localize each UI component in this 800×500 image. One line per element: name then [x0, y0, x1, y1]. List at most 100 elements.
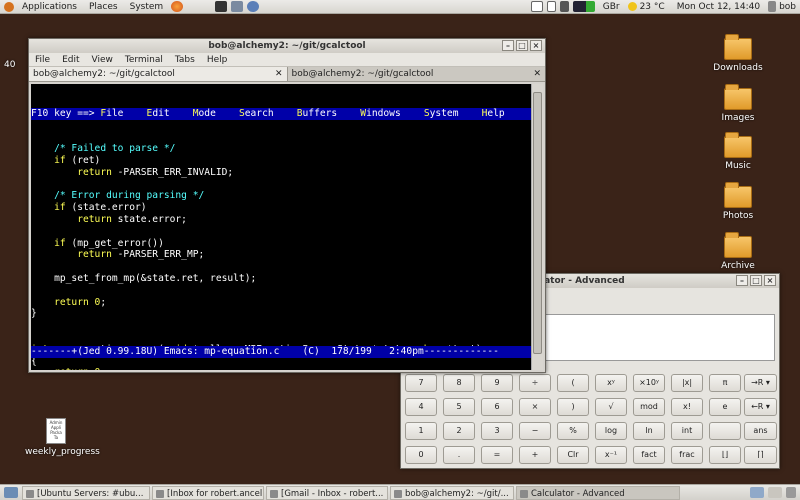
- calc-button[interactable]: log: [595, 422, 627, 440]
- calc-button[interactable]: ←R ▾: [744, 398, 777, 416]
- calc-button[interactable]: π: [709, 374, 741, 392]
- close-button[interactable]: ×: [530, 40, 542, 51]
- user-menu[interactable]: bob: [778, 0, 800, 14]
- menu-file[interactable]: File: [29, 53, 56, 67]
- terminal-tab-1[interactable]: bob@alchemy2: ~/git/gcalctool ✕: [29, 67, 288, 81]
- calc-button[interactable]: x!: [671, 398, 703, 416]
- workspace-switcher[interactable]: [750, 487, 764, 498]
- workspace-switcher[interactable]: [768, 487, 782, 498]
- close-tab-icon[interactable]: ✕: [533, 69, 541, 79]
- jed-menu-edit[interactable]: Edit: [147, 108, 193, 119]
- trash-icon[interactable]: [786, 487, 796, 498]
- calc-button[interactable]: e: [709, 398, 741, 416]
- mail-icon[interactable]: [530, 1, 543, 12]
- calc-button[interactable]: |x|: [671, 374, 703, 392]
- close-button[interactable]: ×: [764, 275, 776, 286]
- system-monitor-icon[interactable]: [572, 1, 595, 12]
- calc-button[interactable]: (: [557, 374, 589, 392]
- jed-menu-mode[interactable]: Mode: [193, 108, 239, 119]
- desktop-icon-weekly-progress[interactable]: Admin Appli Packa Ta weekly_progress: [25, 418, 100, 457]
- terminal-launcher-icon[interactable]: [215, 1, 228, 12]
- calc-button[interactable]: x⁻¹: [595, 446, 627, 464]
- menu-view[interactable]: View: [86, 53, 119, 67]
- menu-help[interactable]: Help: [201, 53, 234, 67]
- places-menu[interactable]: Places: [83, 0, 124, 14]
- jed-menu-help[interactable]: Help: [482, 108, 505, 119]
- maximize-button[interactable]: □: [750, 275, 762, 286]
- menu-terminal[interactable]: Terminal: [119, 53, 169, 67]
- jed-menu-windows[interactable]: Windows: [360, 108, 424, 119]
- calc-button[interactable]: 9: [481, 374, 513, 392]
- terminal-window[interactable]: bob@alchemy2: ~/git/gcalctool – □ × File…: [28, 38, 546, 373]
- minimize-button[interactable]: –: [502, 40, 514, 51]
- volume-icon[interactable]: [559, 1, 569, 12]
- calculator-display[interactable]: [545, 314, 775, 361]
- calc-button[interactable]: 8: [443, 374, 475, 392]
- network-icon[interactable]: [546, 1, 556, 12]
- applications-menu[interactable]: Applications: [16, 0, 83, 14]
- system-menu[interactable]: System: [124, 0, 170, 14]
- calc-button[interactable]: 6: [481, 398, 513, 416]
- jed-menu-system[interactable]: System: [424, 108, 482, 119]
- jed-menu-file[interactable]: File: [100, 108, 146, 119]
- calc-button[interactable]: .: [443, 446, 475, 464]
- close-tab-icon[interactable]: ✕: [275, 69, 283, 79]
- calc-button[interactable]: Clr: [557, 446, 589, 464]
- calc-button[interactable]: =: [481, 446, 513, 464]
- maximize-button[interactable]: □: [516, 40, 528, 51]
- calc-button[interactable]: ÷: [519, 374, 551, 392]
- jed-menu-search[interactable]: Search: [239, 108, 297, 119]
- calc-button[interactable]: →R ▾: [744, 374, 777, 392]
- terminal-titlebar[interactable]: bob@alchemy2: ~/git/gcalctool – □ ×: [29, 39, 545, 53]
- calc-button[interactable]: int: [671, 422, 703, 440]
- calc-button[interactable]: ): [557, 398, 589, 416]
- calc-button[interactable]: ⌊⌋: [709, 446, 741, 464]
- show-desktop-icon[interactable]: [4, 487, 18, 498]
- screenshot-icon[interactable]: [231, 1, 244, 12]
- calc-button[interactable]: √: [595, 398, 627, 416]
- calc-button[interactable]: 5: [443, 398, 475, 416]
- desktop-icon-downloads[interactable]: Downloads: [708, 34, 768, 73]
- taskbar-item[interactable]: [Gmail - Inbox - robert...: [266, 485, 388, 500]
- temperature[interactable]: 23 °C: [639, 0, 671, 14]
- desktop-icon-archive[interactable]: Archive: [708, 232, 768, 271]
- calc-button[interactable]: ×10ʸ: [633, 374, 665, 392]
- calc-button[interactable]: %: [557, 422, 589, 440]
- terminal-tab-2[interactable]: bob@alchemy2: ~/git/gcalctool ✕: [288, 67, 546, 81]
- taskbar-item[interactable]: Calculator - Advanced: [516, 485, 680, 500]
- firefox-icon[interactable]: [171, 1, 184, 12]
- scrollbar-thumb[interactable]: [533, 92, 542, 354]
- terminal-scrollbar[interactable]: [531, 84, 543, 370]
- calc-button[interactable]: −: [519, 422, 551, 440]
- calc-button[interactable]: ×: [519, 398, 551, 416]
- calc-button[interactable]: [709, 422, 741, 440]
- calc-button[interactable]: fact: [633, 446, 665, 464]
- desktop-icon-music[interactable]: Music: [708, 132, 768, 171]
- code-editor[interactable]: /* Failed to parse */ if (ret) return -P…: [31, 143, 531, 370]
- calc-button[interactable]: frac: [671, 446, 703, 464]
- taskbar-item[interactable]: [Inbox for robert.ancel...: [152, 485, 264, 500]
- calc-button[interactable]: mod: [633, 398, 665, 416]
- settings-icon[interactable]: [247, 1, 260, 12]
- calc-button[interactable]: 1: [405, 422, 437, 440]
- desktop-icon-photos[interactable]: Photos: [708, 182, 768, 221]
- menu-edit[interactable]: Edit: [56, 53, 85, 67]
- calc-button[interactable]: 3: [481, 422, 513, 440]
- clock[interactable]: Mon Oct 12, 14:40: [671, 0, 766, 14]
- menu-tabs[interactable]: Tabs: [169, 53, 201, 67]
- minimize-button[interactable]: –: [736, 275, 748, 286]
- terminal-screen[interactable]: F10 key ==> File Edit Mode Search Buffer…: [31, 84, 531, 370]
- calc-button[interactable]: 7: [405, 374, 437, 392]
- calc-button[interactable]: xʸ: [595, 374, 627, 392]
- calc-button[interactable]: ⌈⌉: [744, 446, 777, 464]
- taskbar-item[interactable]: bob@alchemy2: ~/git/...: [390, 485, 514, 500]
- calc-button[interactable]: 4: [405, 398, 437, 416]
- calc-button[interactable]: ln: [633, 422, 665, 440]
- calc-button[interactable]: ans: [744, 422, 777, 440]
- calc-button[interactable]: +: [519, 446, 551, 464]
- jed-menu-buffers[interactable]: Buffers: [297, 108, 361, 119]
- taskbar-item[interactable]: [Ubuntu Servers: #ubu...: [22, 485, 150, 500]
- keyboard-layout[interactable]: GBr: [597, 0, 626, 14]
- desktop-icon-images[interactable]: Images: [708, 84, 768, 123]
- calc-button[interactable]: 2: [443, 422, 475, 440]
